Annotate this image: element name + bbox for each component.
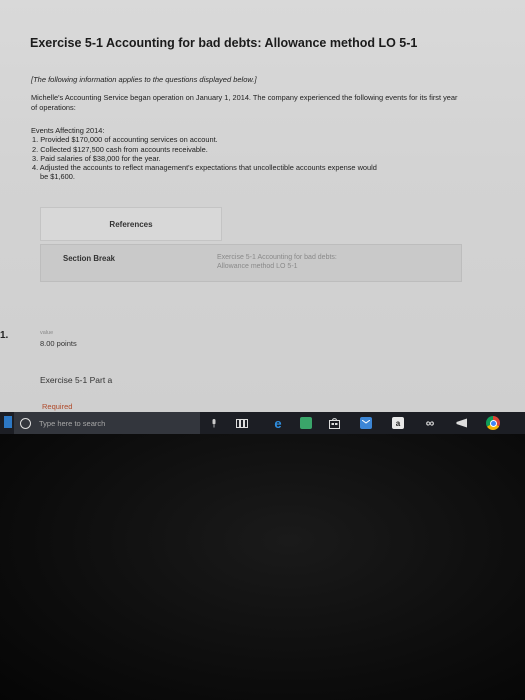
section-break-bar: Section Break Exercise 5-1 Accounting fo… [40, 244, 462, 282]
mic-icon[interactable] [208, 417, 220, 429]
start-button[interactable] [4, 416, 12, 428]
intro-note: [The following information applies to th… [31, 75, 257, 84]
section-break-ref-line1: Exercise 5-1 Accounting for bad debts: [217, 254, 337, 261]
photos-icon[interactable] [300, 417, 312, 429]
event-item: 2. Collected $127,500 cash from accounts… [32, 144, 208, 154]
section-break-reference: Exercise 5-1 Accounting for bad debts: A… [217, 254, 337, 271]
chrome-icon[interactable] [486, 416, 500, 430]
infinity-icon[interactable]: ∞ [424, 416, 436, 430]
laptop-bezel-dark [0, 434, 525, 700]
event-item: 3. Paid salaries of $38,000 for the year… [32, 153, 161, 163]
events-list: Events Affecting 2014: 1. Provided $170,… [31, 126, 377, 182]
question-number: 1. [0, 330, 9, 341]
event-item: 4. Adjusted the accounts to reflect mana… [32, 163, 377, 173]
page-title: Exercise 5-1 Accounting for bad debts: A… [30, 36, 418, 50]
windows-taskbar: Type here to search e a ∞ [0, 412, 525, 434]
edge-icon[interactable]: e [272, 416, 284, 431]
required-label: Required [42, 402, 73, 411]
event-item: 1. Provided $170,000 of accounting servi… [32, 135, 218, 145]
cortana-circle-icon[interactable] [20, 417, 31, 429]
value-label: value [40, 330, 54, 336]
taskbar-search[interactable]: Type here to search [14, 412, 200, 434]
browser-screen: Exercise 5-1 Accounting for bad debts: A… [0, 0, 525, 412]
section-break-label: Section Break [63, 254, 116, 263]
feedback-icon[interactable] [456, 417, 468, 429]
section-break-ref-line2: Allowance method LO 5-1 [217, 262, 298, 270]
event-item-continuation: be $1,600. [40, 172, 75, 182]
task-view-icon[interactable] [236, 417, 248, 429]
mail-icon[interactable] [360, 417, 372, 429]
amazon-icon[interactable]: a [392, 417, 404, 429]
part-title: Exercise 5-1 Part a [40, 375, 113, 385]
store-icon[interactable] [328, 417, 340, 429]
events-heading: Events Affecting 2014: [31, 126, 105, 135]
question-points: 8.00 points [40, 339, 77, 348]
company-paragraph: Michelle's Accounting Service began oper… [31, 93, 458, 112]
references-button[interactable]: References [40, 207, 222, 241]
search-placeholder: Type here to search [39, 418, 106, 428]
